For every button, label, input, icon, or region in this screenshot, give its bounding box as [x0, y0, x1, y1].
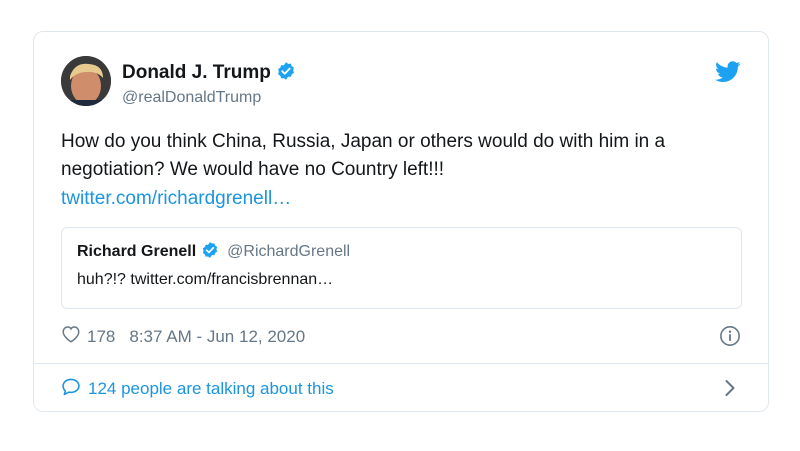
avatar-image [61, 56, 111, 106]
divider [34, 363, 768, 364]
quote-author-row: Richard Grenell @RichardGrenell [77, 241, 350, 264]
quote-text: huh?!? twitter.com/francisbrennan… [77, 271, 334, 288]
tweet-link[interactable]: twitter.com/richardgrenell… [61, 188, 291, 210]
quote-author-name: Richard Grenell [77, 243, 197, 260]
info-icon[interactable] [719, 325, 741, 352]
tweet-timestamp[interactable]: 8:37 AM - Jun 12, 2020 [129, 327, 305, 347]
conversation-text[interactable]: 124 people are talking about this [88, 379, 334, 399]
tweet-card: Donald J. Trump @realDonaldTrump How do … [33, 31, 769, 412]
tweet-text: How do you think China, Russia, Japan or… [61, 131, 666, 180]
twitter-bird-icon[interactable] [715, 61, 741, 88]
author-handle[interactable]: @realDonaldTrump [122, 89, 261, 107]
like-count[interactable]: 178 [87, 327, 115, 347]
verified-badge-icon [201, 241, 219, 264]
author-avatar[interactable] [61, 56, 111, 106]
quote-author-handle: @RichardGrenell [227, 243, 351, 260]
speech-bubble-icon [61, 377, 81, 401]
author-name[interactable]: Donald J. Trump [122, 62, 271, 83]
conversation-link[interactable]: 124 people are talking about this [61, 377, 334, 401]
author-name-row[interactable]: Donald J. Trump [122, 61, 296, 87]
chevron-right-icon[interactable] [723, 378, 737, 403]
tweet-meta: 178 8:37 AM - Jun 12, 2020 [61, 325, 305, 348]
verified-badge-icon [276, 61, 296, 87]
quoted-tweet[interactable]: Richard Grenell @RichardGrenell huh?!? tw… [61, 227, 742, 309]
heart-icon[interactable] [61, 325, 81, 348]
